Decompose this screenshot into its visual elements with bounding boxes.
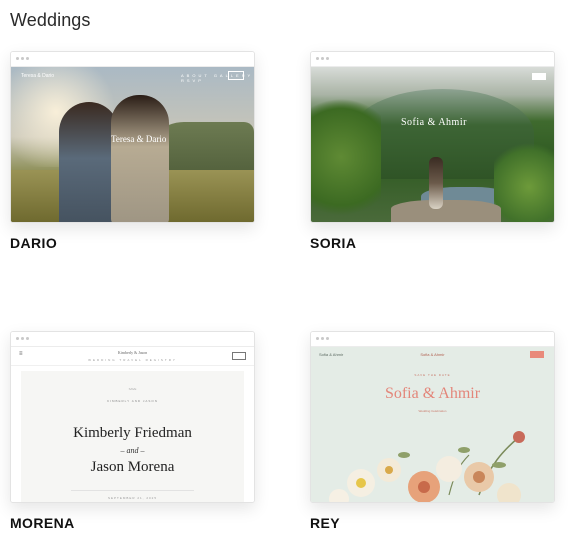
preview-title: Sofia & Ahmir bbox=[401, 117, 467, 128]
template-name[interactable]: DARIO bbox=[10, 235, 253, 251]
browser-chrome bbox=[311, 332, 554, 347]
preview-title: Teresa & Dario bbox=[111, 134, 167, 144]
preview-page: Sofia & Ahmir Sofia & Ahmir SAVE THE DAT… bbox=[311, 347, 554, 502]
window-dot-icon bbox=[326, 57, 329, 60]
preview-and: – and – bbox=[120, 446, 145, 455]
template-name[interactable]: SORIA bbox=[310, 235, 553, 251]
preview-image: Teresa & Dario ABOUT GALLERY RSVP Teresa… bbox=[11, 67, 254, 222]
template-name[interactable]: MORENA bbox=[10, 515, 253, 531]
template-preview-frame[interactable]: Sofia & Ahmir Sofia & Ahmir SAVE THE DAT… bbox=[310, 331, 555, 503]
preview-small-text: SAVE bbox=[128, 387, 137, 391]
person-figure bbox=[59, 102, 119, 222]
preview-page: ≡ Kimberly & Jason WEDDING TRAVEL REGIST… bbox=[11, 347, 254, 502]
template-name[interactable]: REY bbox=[310, 515, 553, 531]
preview-name-first: Kimberly Friedman bbox=[73, 425, 192, 441]
window-dot-icon bbox=[321, 337, 324, 340]
preview-name-second: Jason Morena bbox=[90, 459, 175, 475]
preview-nav-button bbox=[232, 352, 246, 360]
preview-nav: Sofia & Ahmir bbox=[420, 352, 445, 357]
browser-chrome bbox=[11, 332, 254, 347]
couple-figure bbox=[429, 157, 443, 209]
preview-small-text: KIMBERLY AND JASON bbox=[107, 399, 158, 403]
template-card-morena[interactable]: ≡ Kimberly & Jason WEDDING TRAVEL REGIST… bbox=[10, 331, 255, 531]
preview-brand: Kimberly & Jason bbox=[117, 350, 148, 355]
foliage bbox=[311, 87, 381, 222]
rock-outcrop bbox=[391, 200, 501, 222]
window-dot-icon bbox=[326, 337, 329, 340]
person-figure bbox=[111, 95, 169, 222]
divider bbox=[71, 490, 194, 491]
window-dot-icon bbox=[16, 57, 19, 60]
window-dot-icon bbox=[26, 57, 29, 60]
foliage bbox=[494, 137, 554, 222]
template-card-rey[interactable]: Sofia & Ahmir Sofia & Ahmir SAVE THE DAT… bbox=[310, 331, 555, 531]
flower-bouquet-image bbox=[329, 431, 525, 502]
window-dot-icon bbox=[21, 337, 24, 340]
preview-small-text: SEPTEMBER 21, 2025 bbox=[107, 496, 157, 500]
preview-nav-button bbox=[530, 351, 544, 358]
browser-chrome bbox=[11, 52, 254, 67]
window-dot-icon bbox=[16, 337, 19, 340]
preview-eyebrow: SAVE THE DATE bbox=[414, 373, 451, 377]
preview-subtitle: Wedding Celebration bbox=[418, 409, 447, 413]
preview-topbar: ≡ Kimberly & Jason WEDDING TRAVEL REGIST… bbox=[11, 347, 254, 366]
window-dot-icon bbox=[316, 337, 319, 340]
window-dot-icon bbox=[21, 57, 24, 60]
preview-nav-button bbox=[228, 71, 244, 80]
template-preview-frame[interactable]: Sofia & Ahmir bbox=[310, 51, 555, 223]
preview-title: Sofia & Ahmir bbox=[384, 385, 481, 402]
preview-nav-links: WEDDING TRAVEL REGISTRY bbox=[88, 358, 177, 362]
window-dot-icon bbox=[26, 337, 29, 340]
section-title: Weddings bbox=[10, 10, 91, 30]
browser-chrome bbox=[311, 52, 554, 67]
template-preview-frame[interactable]: Teresa & Dario ABOUT GALLERY RSVP Teresa… bbox=[10, 51, 255, 223]
template-preview-frame[interactable]: ≡ Kimberly & Jason WEDDING TRAVEL REGIST… bbox=[10, 331, 255, 503]
preview-brand: Teresa & Dario bbox=[21, 73, 55, 79]
preview-image: Sofia & Ahmir bbox=[311, 67, 554, 222]
window-dot-icon bbox=[321, 57, 324, 60]
preview-nav-button bbox=[532, 73, 546, 80]
template-card-soria[interactable]: Sofia & Ahmir SORIA bbox=[310, 51, 555, 251]
template-card-dario[interactable]: Teresa & Dario ABOUT GALLERY RSVP Teresa… bbox=[10, 51, 255, 251]
window-dot-icon bbox=[316, 57, 319, 60]
